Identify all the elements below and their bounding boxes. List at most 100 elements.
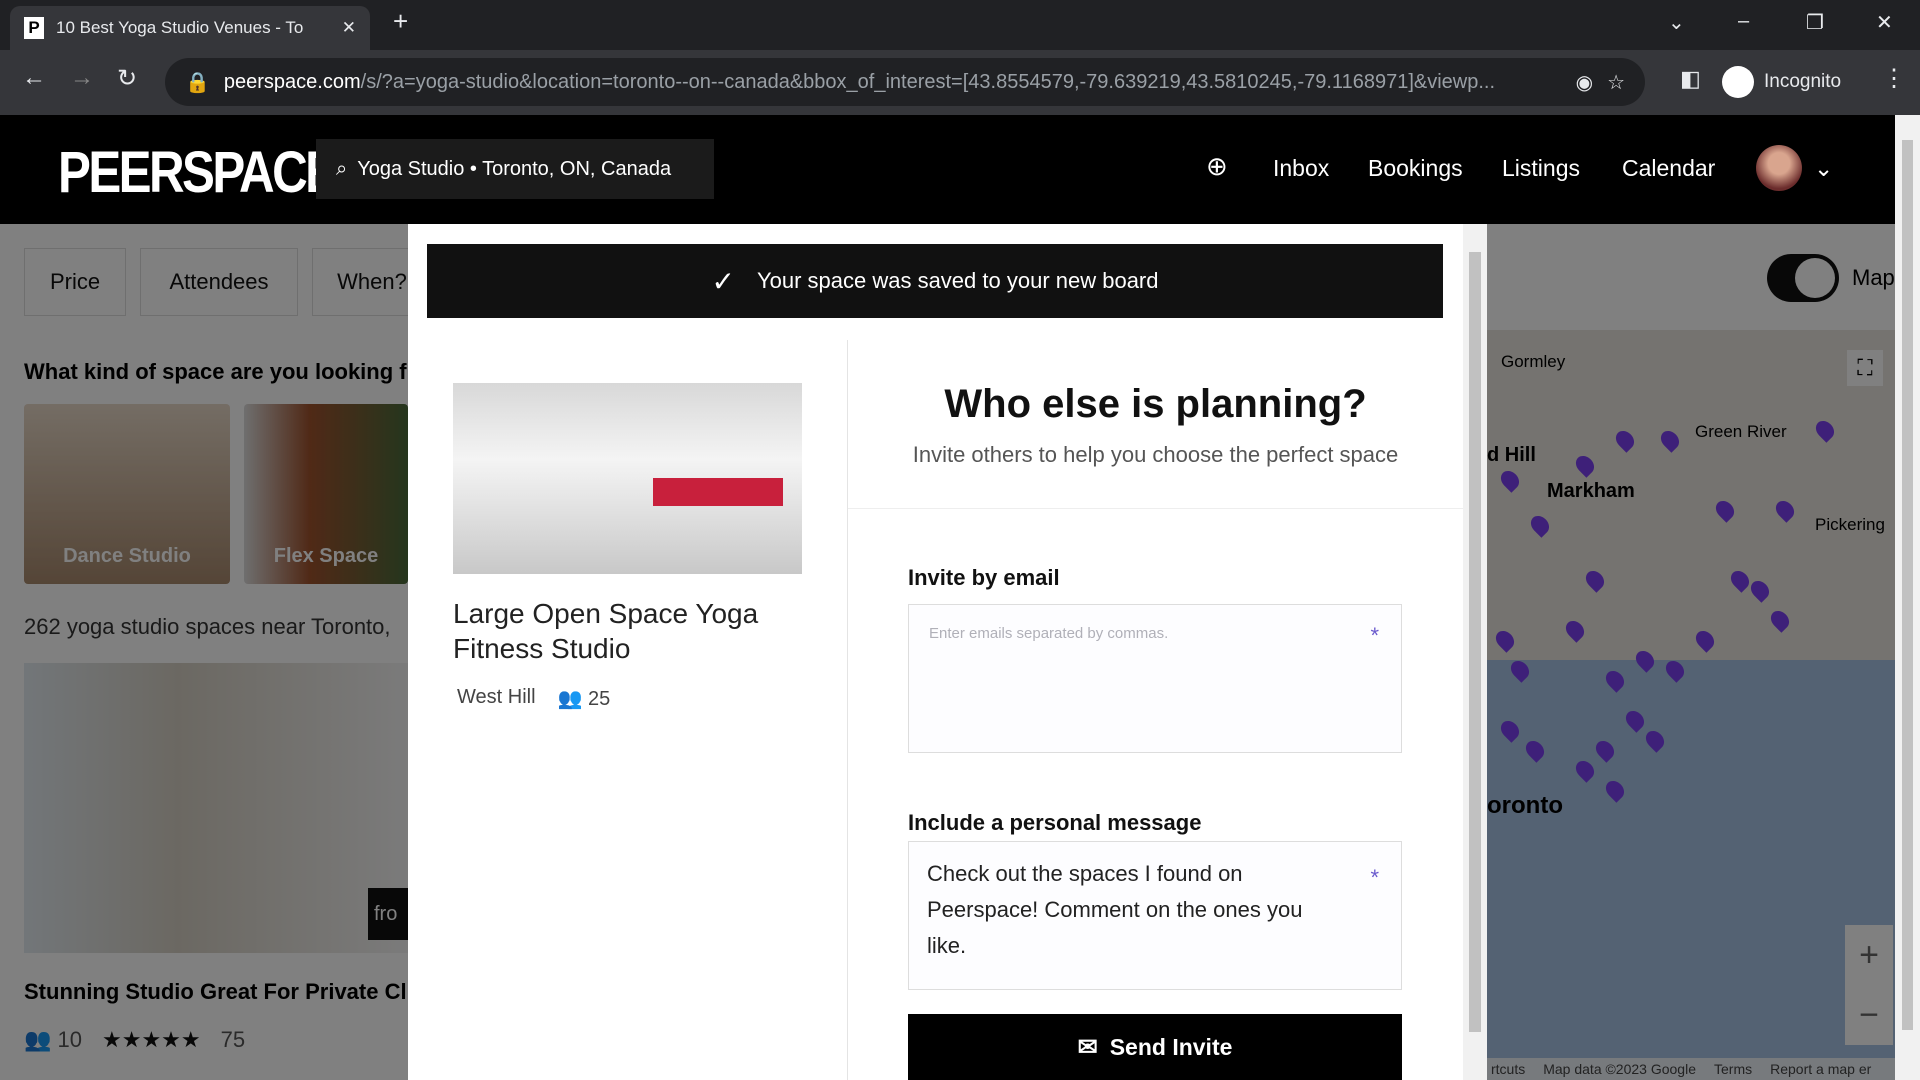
zoom-controls: + − [1845,925,1893,1045]
saved-confirmation-banner: ✓ Your space was saved to your new board [427,244,1443,318]
search-bar[interactable]: ⌕ Yoga Studio • Toronto, ON, Canada [316,139,714,199]
restore-icon[interactable]: ❐ [1806,10,1824,35]
category-label: Dance Studio [63,545,191,567]
map-pin[interactable] [1572,452,1598,478]
category-label: Flex Space [273,545,379,567]
map[interactable]: Gormley Green River d Hill Markham Picke… [1487,330,1895,1080]
map-pin[interactable] [1692,627,1718,653]
required-mark: * [1370,865,1379,890]
map-attribution: rtcuts Map data ©2023 Google Terms Repor… [1487,1058,1895,1080]
email-placeholder: Enter emails separated by commas. [929,625,1169,642]
incognito-profile[interactable]: Incognito [1722,60,1841,104]
forward-icon[interactable]: → [70,64,94,92]
mail-icon: ✉ [1077,1033,1098,1061]
browser-tab-bar: P 10 Best Yoga Studio Venues - To ✕ + ⌄ … [0,0,1920,50]
map-pin[interactable] [1492,627,1518,653]
avatar[interactable] [1756,145,1802,191]
category-flex-space[interactable]: Flex Space [244,404,408,584]
site-header: PEERSPACE ⌕ Yoga Studio • Toronto, ON, Ca… [0,115,1895,224]
map-toggle[interactable] [1767,254,1839,302]
listing-title[interactable]: Stunning Studio Great For Private Cl [24,979,407,1005]
category-heading: What kind of space are you looking f [24,359,407,384]
page-scrollbar[interactable] [1895,115,1920,1080]
email-field[interactable]: Enter emails separated by commas. * [908,604,1402,753]
nav-bookings[interactable]: Bookings [1368,155,1463,182]
map-pin[interactable] [1812,417,1838,443]
review-count: 75 [220,1027,246,1052]
listing-image[interactable]: fro [24,663,408,953]
browser-tab[interactable]: P 10 Best Yoga Studio Venues - To ✕ [10,6,370,50]
map-pin[interactable] [1562,617,1588,643]
map-pin[interactable] [1497,467,1523,493]
bookmark-star-icon[interactable]: ☆ [1607,70,1625,95]
category-dance-studio[interactable]: Dance Studio [24,404,230,584]
people-icon: 👥 [557,688,583,710]
chevron-down-icon[interactable]: ⌄ [1814,155,1833,182]
minimize-icon[interactable]: – [1738,10,1749,33]
map-toggle-label: Map [1852,265,1895,290]
incognito-icon [1722,66,1754,98]
map-pin[interactable] [1612,427,1638,453]
search-value: Yoga Studio • Toronto, ON, Canada [357,157,672,180]
listing-stats: 👥 10 ★★★★★ 75 [24,1027,245,1053]
tab-title: 10 Best Yoga Studio Venues - To [56,18,304,37]
profile-label: Incognito [1764,71,1842,92]
map-pin[interactable] [1712,497,1738,523]
map-label: oronto [1487,792,1563,819]
map-label: Pickering [1815,515,1885,534]
side-panel-icon[interactable]: ◧ [1680,66,1701,92]
tab-search-icon[interactable]: ⌄ [1668,10,1685,35]
modal-scrollbar[interactable] [1463,224,1487,1080]
url-path: /s/?a=yoga-studio&location=toronto--on--… [360,70,1496,93]
email-label: Invite by email [908,565,1060,590]
banner-text: Your space was saved to your new board [756,268,1159,293]
message-label: Include a personal message [908,810,1202,835]
nav-calendar[interactable]: Calendar [1622,155,1715,182]
menu-kebab-icon[interactable]: ⋮ [1882,64,1906,93]
map-pin[interactable] [1727,567,1753,593]
map-pin[interactable] [1767,607,1793,633]
reload-icon[interactable]: ↻ [117,64,137,93]
close-window-icon[interactable]: ✕ [1876,10,1893,35]
globe-icon[interactable]: ⊕ [1206,151,1228,182]
fullscreen-icon[interactable]: ⛶ [1847,350,1883,386]
close-tab-icon[interactable]: ✕ [342,18,356,38]
map-pin[interactable] [1582,567,1608,593]
address-bar[interactable]: 🔒 peerspace.com/s/?a=yoga-studio&locatio… [165,58,1645,106]
map-pin[interactable] [1527,512,1553,538]
message-value: Check out the spaces I found on Peerspac… [927,861,1303,958]
map-label: Gormley [1501,352,1566,371]
send-invite-button[interactable]: ✉ Send Invite [908,1014,1402,1080]
browser-toolbar: ← → ↻ 🔒 peerspace.com/s/?a=yoga-studio&l… [0,50,1920,115]
checkmark-icon: ✓ [711,265,735,297]
terms-link[interactable]: Terms [1714,1061,1752,1077]
report-map-error-link[interactable]: Report a map er [1770,1061,1871,1077]
back-icon[interactable]: ← [22,64,46,92]
price-badge: fro [368,888,408,940]
map-pin[interactable] [1772,497,1798,523]
filter-price[interactable]: Price [24,248,126,316]
map-label: Green River [1695,422,1787,441]
keyboard-shortcuts-link[interactable]: rtcuts [1491,1061,1525,1077]
divider [848,508,1463,509]
space-title: Large Open Space Yoga Fitness Studio [453,598,759,664]
zoom-out-button[interactable]: − [1845,985,1893,1045]
tracking-eye-off-icon[interactable]: ◉ [1576,70,1593,95]
search-icon: ⌕ [336,157,348,180]
nav-listings[interactable]: Listings [1502,155,1580,182]
lake-ontario [1487,660,1895,1080]
space-capacity: 25 [588,688,611,710]
map-pin[interactable] [1657,427,1683,453]
map-pin[interactable] [1747,577,1773,603]
nav-inbox[interactable]: Inbox [1273,155,1329,182]
lock-icon: 🔒 [185,71,210,94]
modal-heading: Who else is planning? [944,382,1367,426]
listing-capacity: 10 [57,1027,83,1052]
filter-attendees[interactable]: Attendees [140,248,298,316]
new-tab-icon[interactable]: + [393,6,408,37]
send-invite-label: Send Invite [1109,1033,1233,1060]
invite-modal: ✓ Your space was saved to your new board… [408,224,1463,1080]
peerspace-logo[interactable]: PEERSPACE [58,139,338,206]
zoom-in-button[interactable]: + [1845,925,1893,985]
message-field[interactable]: Check out the spaces I found on Peerspac… [908,841,1402,990]
